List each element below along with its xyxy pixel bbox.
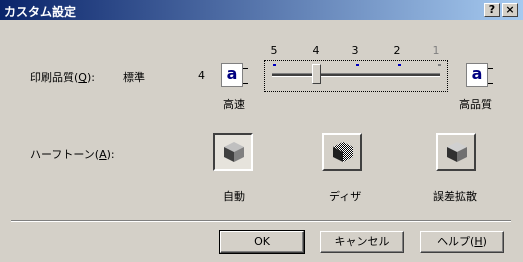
scale-label-3: 3: [351, 44, 359, 57]
slider-track[interactable]: [272, 73, 440, 77]
halftone-error-diffusion-label: 誤差拡散: [433, 190, 477, 203]
halftone-label: ハーフトーン(A):: [30, 148, 115, 161]
high-quality-caption: 高品質: [459, 98, 492, 111]
help-button[interactable]: ヘルプ(H): [420, 231, 504, 253]
slider-thumb[interactable]: [312, 64, 321, 84]
print-quality-value: 標準: [123, 71, 145, 84]
slider-tick: [273, 64, 276, 66]
fast-caption: 高速: [223, 98, 245, 111]
halftone-dither-button[interactable]: [322, 133, 362, 171]
scale-label-5: 5: [270, 44, 278, 57]
window-title: カスタム設定: [4, 5, 77, 19]
ok-button[interactable]: OK: [219, 230, 305, 254]
halftone-auto-label: 自動: [223, 190, 245, 203]
dither-cube-icon: [333, 142, 353, 162]
halftone-auto-button[interactable]: [213, 133, 253, 171]
error-diffusion-cube-icon: [447, 142, 467, 162]
scale-label-2: 2: [393, 44, 401, 57]
cancel-button[interactable]: キャンセル: [320, 231, 404, 253]
close-button[interactable]: ×: [502, 3, 518, 17]
halftone-dither-label: ディザ: [329, 190, 362, 203]
fast-quality-icon: a: [221, 63, 248, 87]
title-bar: カスタム設定 ? ×: [0, 0, 523, 20]
auto-halftone-cube-icon: [224, 142, 244, 162]
print-quality-level: 4: [198, 69, 205, 82]
scale-label-4: 4: [312, 44, 320, 57]
slider-tick: [438, 64, 441, 66]
scale-label-1: 1: [432, 44, 440, 57]
help-title-button[interactable]: ?: [484, 3, 500, 17]
print-quality-label: 印刷品質(Q):: [30, 71, 95, 84]
high-quality-icon: a: [466, 63, 493, 87]
separator: [11, 220, 511, 222]
slider-tick: [398, 64, 401, 66]
slider-tick: [356, 64, 359, 66]
halftone-error-diffusion-button[interactable]: [436, 133, 476, 171]
